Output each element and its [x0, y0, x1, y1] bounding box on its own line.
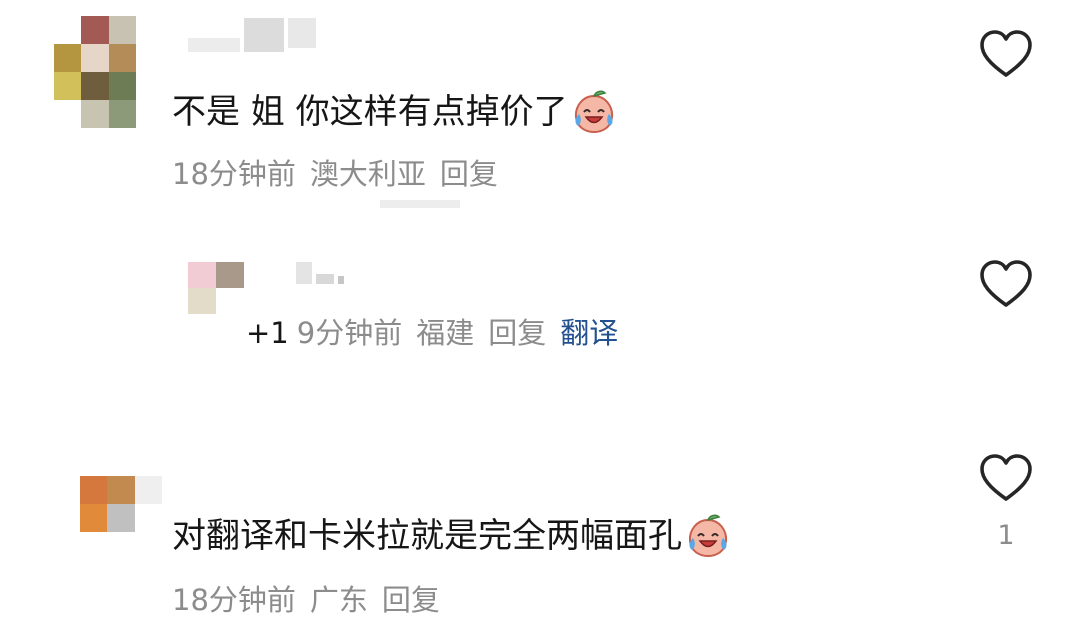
like-count: 1 — [997, 520, 1015, 551]
reply-button[interactable]: 回复 — [440, 157, 498, 191]
comment-meta: 18分钟前 广东 回复 — [172, 583, 454, 617]
comment-list: 不是 姐 你这样有点掉价了 18分钟前 澳大利亚 回复 +1 9分钟前 福建 回复 翻译 — [0, 0, 1080, 640]
comment-meta: +1 9分钟前 福建 回复 翻译 — [246, 316, 618, 350]
comment-meta: 18分钟前 澳大利亚 回复 — [172, 157, 512, 191]
location: 澳大利亚 — [309, 157, 426, 191]
heart-outline-icon[interactable] — [978, 452, 1034, 504]
avatar[interactable] — [54, 16, 136, 128]
timestamp: 9分钟前 — [296, 316, 403, 350]
comment-body: 对翻译和卡米拉就是完全两幅面孔 — [172, 516, 682, 556]
avatar[interactable] — [80, 476, 162, 532]
comment-text: 对翻译和卡米拉就是完全两幅面孔 — [172, 514, 732, 558]
location: 广东 — [309, 583, 368, 617]
avatar[interactable] — [188, 262, 244, 314]
translate-button[interactable]: 翻译 — [560, 316, 618, 350]
reply-button[interactable]: 回复 — [488, 316, 546, 350]
blurred-fragment — [380, 200, 460, 208]
reply-button[interactable]: 回复 — [382, 583, 440, 617]
comment-body: +1 — [246, 316, 289, 350]
location: 福建 — [416, 316, 475, 350]
crying-laughing-peach-emoji — [574, 90, 613, 134]
username-blurred[interactable] — [188, 18, 316, 52]
timestamp: 18分钟前 — [172, 583, 296, 617]
comment-body: 不是 姐 你这样有点掉价了 — [172, 92, 568, 132]
username-blurred[interactable] — [296, 262, 344, 284]
heart-outline-icon[interactable] — [978, 28, 1034, 80]
comment-text: 不是 姐 你这样有点掉价了 — [172, 90, 618, 134]
heart-outline-icon[interactable] — [978, 258, 1034, 310]
crying-laughing-peach-emoji — [688, 514, 728, 558]
timestamp: 18分钟前 — [172, 157, 296, 191]
